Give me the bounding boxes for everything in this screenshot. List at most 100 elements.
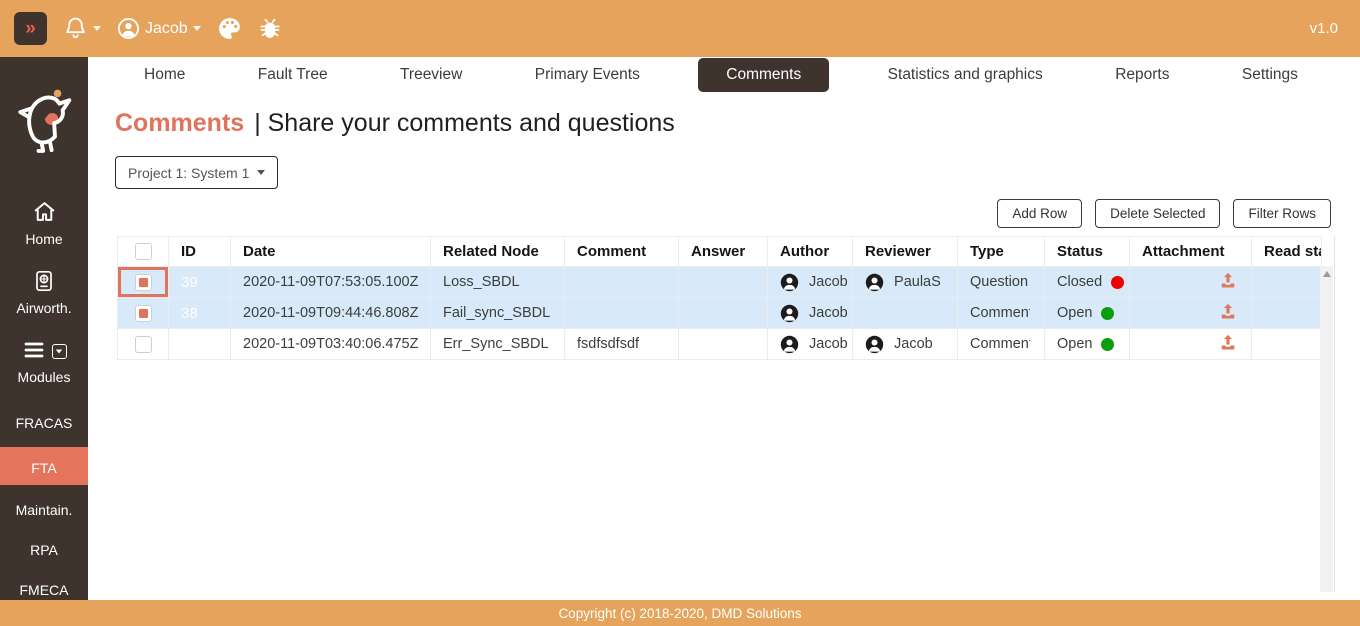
table-actions: Add Row Delete Selected Filter Rows [997, 199, 1331, 228]
cell-type[interactable]: Comment [958, 329, 1045, 360]
row-checkbox-cell[interactable] [118, 267, 169, 298]
notifications-menu[interactable] [63, 16, 101, 41]
delete-selected-button[interactable]: Delete Selected [1095, 199, 1220, 228]
table-row[interactable]: 38 2020-11-09T09:44:46.808Z Fail_sync_SB… [118, 298, 1322, 329]
user-menu[interactable]: Jacob [117, 17, 201, 40]
tab-settings[interactable]: Settings [1228, 59, 1312, 91]
header-status[interactable]: Status [1045, 237, 1130, 267]
sidebar-item-fta[interactable]: FTA [0, 447, 88, 485]
header-attachment[interactable]: Attachment [1130, 237, 1252, 267]
sidebar-item-modules[interactable]: Modules [0, 338, 88, 385]
filter-rows-button[interactable]: Filter Rows [1233, 199, 1331, 228]
header-answer[interactable]: Answer [679, 237, 768, 267]
theme-palette-button[interactable] [217, 16, 242, 41]
cell-type[interactable]: Comment [958, 298, 1045, 329]
main-content: Home Fault Tree Treeview Primary Events … [88, 57, 1360, 600]
table-row[interactable]: 2020-11-09T03:40:06.475Z Err_Sync_SBDL f… [118, 329, 1322, 360]
cell-read-status[interactable] [1252, 298, 1322, 329]
home-icon [32, 199, 57, 227]
tab-statistics-and-graphics[interactable]: Statistics and graphics [874, 59, 1057, 91]
row-checkbox-cell[interactable] [118, 329, 169, 360]
tab-fault-tree[interactable]: Fault Tree [244, 59, 342, 91]
cell-related-node[interactable]: Fail_sync_SBDL [431, 298, 565, 329]
header-id[interactable]: ID [169, 237, 231, 267]
table-vertical-scrollbar[interactable] [1320, 266, 1333, 592]
sidebar-item-maintain[interactable]: Maintain. [0, 498, 88, 518]
header-author[interactable]: Author [768, 237, 853, 267]
cell-author[interactable]: Jacob [768, 267, 853, 298]
cell-type[interactable]: Question [958, 267, 1045, 298]
cell-date[interactable]: 2020-11-09T07:53:05.100Z [231, 267, 431, 298]
cell-status[interactable]: Closed [1045, 267, 1130, 298]
header-reviewer[interactable]: Reviewer [853, 237, 958, 267]
table-header-row: ID Date Related Node Comment Answer Auth… [118, 237, 1322, 267]
cell-comment[interactable] [565, 298, 679, 329]
header-related-node[interactable]: Related Node [431, 237, 565, 267]
page-title-main: Comments [115, 109, 244, 138]
palette-icon [217, 16, 242, 41]
module-tabs: Home Fault Tree Treeview Primary Events … [88, 57, 1360, 93]
modules-dropdown-icon[interactable] [52, 344, 67, 359]
cell-id[interactable] [169, 329, 231, 360]
sidebar-item-home[interactable]: Home [0, 199, 88, 247]
cell-read-status[interactable] [1252, 329, 1322, 360]
cell-related-node[interactable]: Loss_SBDL [431, 267, 565, 298]
sidebar-item-fracas[interactable]: FRACAS [0, 411, 88, 431]
cell-id[interactable]: 39 [169, 267, 231, 298]
tab-primary-events[interactable]: Primary Events [521, 59, 654, 91]
cell-related-node[interactable]: Err_Sync_SBDL [431, 329, 565, 360]
row-checkbox[interactable] [135, 274, 152, 291]
status-dot [1111, 276, 1124, 289]
header-comment[interactable]: Comment [565, 237, 679, 267]
sidebar-item-fmeca[interactable]: FMECA [0, 578, 88, 598]
sidebar-item-label: FRACAS [16, 415, 73, 431]
person-avatar-icon [780, 304, 799, 323]
scroll-up-icon[interactable] [1323, 271, 1331, 277]
tab-reports[interactable]: Reports [1101, 59, 1183, 91]
cell-answer[interactable] [679, 329, 768, 360]
tab-home[interactable]: Home [130, 59, 199, 91]
upload-icon [1219, 302, 1237, 320]
sidebar-item-label: Home [25, 231, 62, 247]
cell-comment[interactable] [565, 267, 679, 298]
cell-answer[interactable] [679, 298, 768, 329]
tab-comments[interactable]: Comments [698, 58, 829, 92]
cell-reviewer[interactable] [853, 298, 958, 329]
cell-reviewer[interactable]: Jacob [853, 329, 958, 360]
cell-status[interactable]: Open [1045, 298, 1130, 329]
header-date[interactable]: Date [231, 237, 431, 267]
cell-comment[interactable]: fsdfsdfsdf [565, 329, 679, 360]
cell-date[interactable]: 2020-11-09T09:44:46.808Z [231, 298, 431, 329]
select-all-checkbox[interactable] [135, 243, 152, 260]
row-checkbox[interactable] [135, 336, 152, 353]
cell-read-status[interactable] [1252, 267, 1322, 298]
cell-attachment[interactable] [1130, 267, 1252, 298]
table-row[interactable]: 39 2020-11-09T07:53:05.100Z Loss_SBDL Ja… [118, 267, 1322, 298]
cell-author[interactable]: Jacob [768, 298, 853, 329]
cell-reviewer[interactable]: PaulaS [853, 267, 958, 298]
header-read-status[interactable]: Read status [1252, 237, 1322, 267]
bell-icon[interactable] [63, 16, 88, 41]
topbar: » Jacob [0, 0, 1360, 57]
cell-id[interactable]: 38 [169, 298, 231, 329]
row-checkbox-cell[interactable] [118, 298, 169, 329]
header-type[interactable]: Type [958, 237, 1045, 267]
cell-attachment[interactable] [1130, 329, 1252, 360]
sidebar-item-airworthiness[interactable]: Airworth. [0, 269, 88, 316]
cell-date[interactable]: 2020-11-09T03:40:06.475Z [231, 329, 431, 360]
sidebar-item-rpa[interactable]: RPA [0, 538, 88, 558]
tab-treeview[interactable]: Treeview [386, 59, 476, 91]
sidebar-item-label: FMECA [20, 582, 69, 598]
project-selector-dropdown[interactable]: Project 1: System 1 [115, 156, 278, 189]
cell-attachment[interactable] [1130, 298, 1252, 329]
cell-author[interactable]: Jacob [768, 329, 853, 360]
cell-status[interactable]: Open [1045, 329, 1130, 360]
comments-table: ID Date Related Node Comment Answer Auth… [117, 236, 1335, 592]
sidebar-toggle-button[interactable]: » [14, 12, 47, 45]
add-row-button[interactable]: Add Row [997, 199, 1082, 228]
application-window: » Jacob [0, 0, 1360, 626]
upload-icon [1219, 333, 1237, 351]
cell-answer[interactable] [679, 267, 768, 298]
bug-report-button[interactable] [258, 17, 282, 41]
row-checkbox[interactable] [135, 305, 152, 322]
